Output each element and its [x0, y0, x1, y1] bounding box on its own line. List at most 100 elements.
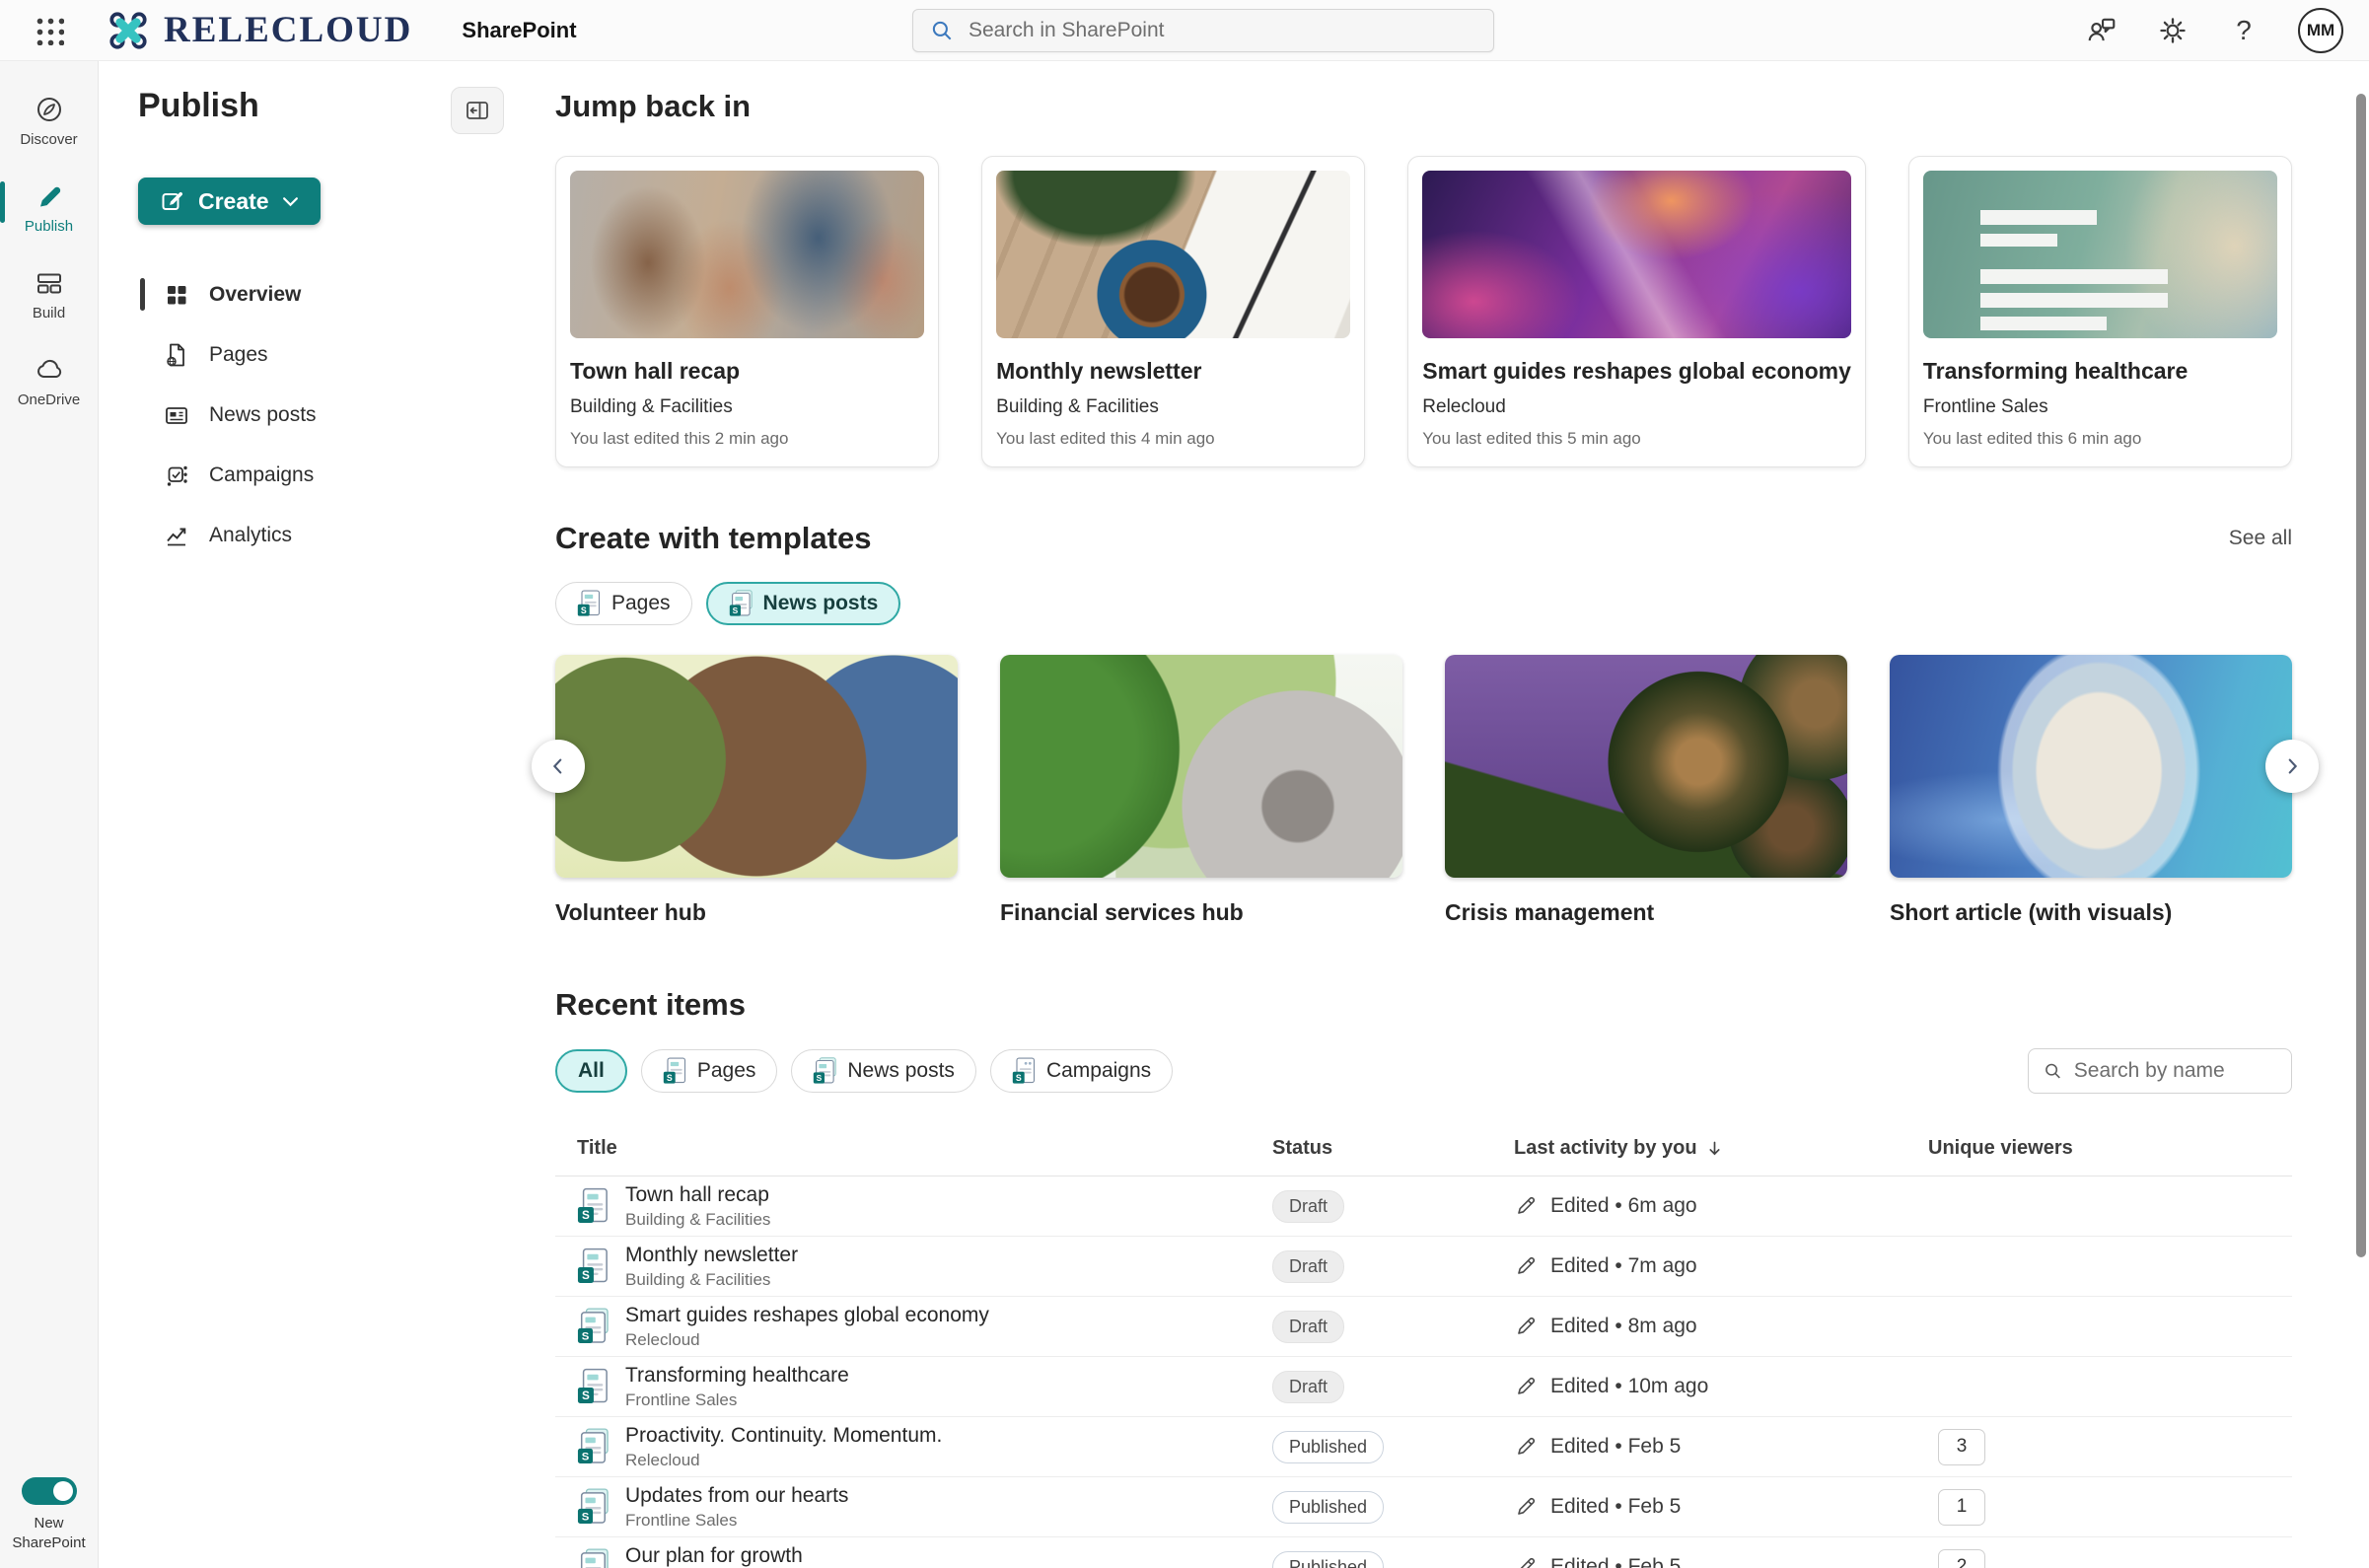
row-activity: Edited • Feb 5	[1550, 1495, 1681, 1519]
nav-item-campaigns[interactable]: Campaigns	[138, 445, 504, 505]
rail-item-onedrive[interactable]: OneDrive	[0, 355, 98, 408]
pill-label: News posts	[847, 1059, 955, 1083]
active-rail-indicator	[0, 181, 5, 223]
see-all-link[interactable]: See all	[2229, 527, 2292, 550]
template-card-short-article[interactable]: Short article (with visuals)	[1890, 655, 2292, 926]
nav-item-label: News posts	[209, 403, 317, 427]
template-card-volunteer-hub[interactable]: Volunteer hub	[555, 655, 958, 926]
account-avatar[interactable]: MM	[2298, 8, 2343, 53]
row-title: Updates from our hearts	[625, 1484, 848, 1508]
app-body: Discover Publish Build	[0, 61, 2369, 1568]
search-by-name-input[interactable]	[2074, 1059, 2277, 1083]
status-badge: Draft	[1272, 1311, 1344, 1343]
template-thumbnail	[1000, 655, 1402, 878]
svg-text:S: S	[582, 1452, 590, 1463]
recent-card-smart-guides[interactable]: Smart guides reshapes global economy Rel…	[1407, 156, 1866, 467]
carousel-previous-button[interactable]	[532, 740, 585, 793]
pill-label: Campaigns	[1046, 1059, 1151, 1083]
settings-gear-icon[interactable]	[2156, 14, 2190, 47]
recent-card-monthly-newsletter[interactable]: Monthly newsletter Building & Facilities…	[981, 156, 1365, 467]
jump-back-in-cards: Town hall recap Building & Facilities Yo…	[555, 156, 2292, 467]
filter-all-pill[interactable]: All	[555, 1049, 627, 1093]
chevron-left-icon	[547, 755, 569, 777]
filter-news-posts-pill-recent[interactable]: S News posts	[791, 1049, 976, 1093]
row-site: Frontline Sales	[625, 1511, 848, 1531]
recent-card-town-hall-recap[interactable]: Town hall recap Building & Facilities Yo…	[555, 156, 939, 467]
search-by-name-box[interactable]	[2028, 1048, 2292, 1094]
app-launcher-waffle-icon[interactable]	[26, 8, 71, 53]
table-row[interactable]: S Proactivity. Continuity. Momentum. Rel…	[555, 1417, 2292, 1477]
table-row[interactable]: S Town hall recap Building & Facilities …	[555, 1176, 2292, 1237]
row-title: Monthly newsletter	[625, 1244, 798, 1267]
help-icon[interactable]: ?	[2227, 14, 2261, 47]
pencil-icon	[1514, 1495, 1538, 1519]
create-button[interactable]: Create	[138, 178, 321, 225]
suite-search-input[interactable]	[969, 19, 1477, 42]
unique-viewers-count: 3	[1938, 1429, 1985, 1465]
layout-blocks-icon	[35, 268, 64, 298]
jump-back-in-heading: Jump back in	[555, 89, 2292, 124]
nav-item-pages[interactable]: Pages	[138, 324, 504, 385]
svg-text:S: S	[1016, 1073, 1022, 1083]
svg-text:S: S	[667, 1073, 673, 1083]
table-row[interactable]: S Smart guides reshapes global economy R…	[555, 1297, 2292, 1357]
pencil-icon	[1514, 1254, 1538, 1278]
toggle-knob	[53, 1481, 73, 1501]
filter-news-posts-pill[interactable]: S News posts	[706, 582, 901, 625]
rail-item-build[interactable]: Build	[0, 268, 98, 321]
cloud-icon	[34, 355, 65, 385]
chevron-down-icon	[282, 196, 299, 207]
status-badge: Draft	[1272, 1371, 1344, 1403]
column-last-activity[interactable]: Last activity by you	[1514, 1137, 1928, 1160]
column-unique-viewers[interactable]: Unique viewers	[1928, 1137, 2292, 1160]
rail-item-publish[interactable]: Publish	[0, 181, 98, 235]
table-row[interactable]: S Our plan for growth Relecloud Publishe…	[555, 1537, 2292, 1568]
svg-text:S: S	[732, 606, 738, 615]
card-thumbnail	[1422, 171, 1851, 338]
table-row[interactable]: S Transforming healthcare Frontline Sale…	[555, 1357, 2292, 1417]
nav-item-news-posts[interactable]: News posts	[138, 385, 504, 445]
rail-label: Build	[33, 305, 65, 321]
suite-search-box[interactable]	[912, 9, 1494, 52]
carousel-next-button[interactable]	[2265, 740, 2319, 793]
row-activity: Edited • Feb 5	[1550, 1555, 1681, 1568]
card-title: Transforming healthcare	[1923, 358, 2277, 385]
recent-card-transforming-healthcare[interactable]: Transforming healthcare Frontline Sales …	[1908, 156, 2292, 467]
pill-label: Pages	[611, 592, 671, 615]
template-title: Volunteer hub	[555, 899, 958, 926]
filter-pages-pill-recent[interactable]: S Pages	[641, 1049, 778, 1093]
pill-label: All	[578, 1059, 605, 1083]
template-card-crisis-management[interactable]: Crisis management	[1445, 655, 1847, 926]
column-title[interactable]: Title	[555, 1137, 1272, 1160]
vertical-scrollbar[interactable]	[2356, 94, 2366, 1257]
recent-filters: All S Pages	[555, 1048, 2292, 1094]
search-icon	[2043, 1059, 2063, 1083]
collapse-panel-icon	[464, 98, 491, 123]
svg-text:S: S	[582, 1269, 590, 1282]
row-title: Transforming healthcare	[625, 1364, 849, 1388]
collapse-panel-button[interactable]	[451, 87, 504, 134]
nav-item-analytics[interactable]: Analytics	[138, 505, 504, 565]
relecloud-logo[interactable]: RELECLOUD	[107, 9, 412, 52]
relecloud-logo-icon	[107, 9, 150, 52]
row-site: Frontline Sales	[625, 1390, 849, 1410]
filter-campaigns-pill-recent[interactable]: S Campaigns	[990, 1049, 1173, 1093]
table-row[interactable]: S Monthly newsletter Building & Faciliti…	[555, 1237, 2292, 1297]
row-activity: Edited • 10m ago	[1550, 1375, 1708, 1398]
new-sharepoint-toggle[interactable]	[22, 1477, 77, 1505]
feedback-icon[interactable]	[2085, 14, 2118, 47]
page-icon	[164, 342, 189, 368]
table-row[interactable]: S Updates from our hearts Frontline Sale…	[555, 1477, 2292, 1537]
svg-text:S: S	[582, 1209, 590, 1222]
line-chart-icon	[164, 523, 189, 548]
filter-pages-pill[interactable]: S Pages	[555, 582, 692, 625]
status-badge: Published	[1272, 1491, 1384, 1524]
template-card-financial-services-hub[interactable]: Financial services hub	[1000, 655, 1402, 926]
row-title: Our plan for growth	[625, 1544, 803, 1568]
sharepoint-news-icon: S	[577, 1308, 609, 1345]
panel-title: Publish	[138, 87, 259, 125]
rail-item-discover[interactable]: Discover	[0, 95, 98, 148]
column-status[interactable]: Status	[1272, 1137, 1514, 1160]
nav-item-overview[interactable]: Overview	[138, 264, 504, 324]
row-title: Town hall recap	[625, 1183, 770, 1207]
